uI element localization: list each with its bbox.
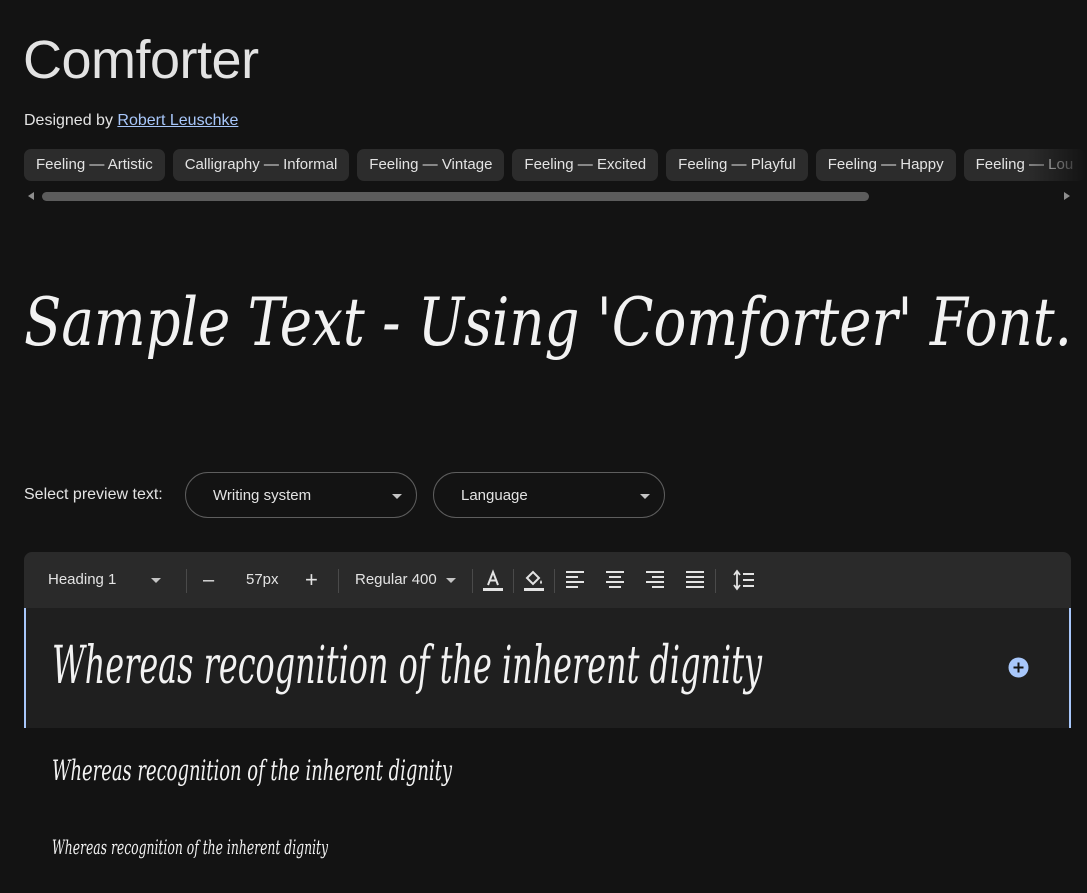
line-height-icon[interactable] — [733, 569, 755, 591]
chevron-down-icon — [640, 494, 650, 499]
preview-text-medium: Whereas recognition of the inherent dign… — [52, 754, 453, 787]
preview-heading-1[interactable]: Whereas recognition of the inherent dign… — [48, 625, 778, 715]
preview-heading-2[interactable]: Whereas recognition of the inherent dign… — [48, 748, 468, 798]
scrollbar-thumb[interactable] — [42, 192, 869, 201]
language-select[interactable]: Language — [433, 472, 665, 518]
sample-text-display: Sample Text - Using 'Comforter' Font. — [24, 284, 1072, 361]
text-color-icon[interactable] — [481, 568, 505, 592]
align-right-icon[interactable] — [645, 570, 665, 590]
scroll-left-arrow-icon[interactable] — [28, 192, 34, 200]
preview-toolbar: Heading 1 – 57px + Regular 400 — [24, 552, 1071, 608]
align-justify-icon[interactable] — [685, 570, 705, 590]
chevron-down-icon — [446, 578, 456, 583]
chevron-down-icon — [151, 578, 161, 583]
chips-fade-overlay — [1027, 149, 1087, 182]
align-center-icon[interactable] — [605, 570, 625, 590]
designed-by-label: Designed by — [24, 112, 113, 129]
language-value: Language — [461, 487, 528, 504]
chevron-down-icon — [392, 494, 402, 499]
font-specimen-page: Comforter Designed by Robert Leuschke Fe… — [0, 0, 1087, 893]
increase-size-button[interactable]: + — [305, 552, 318, 608]
add-circle-icon[interactable] — [1008, 657, 1029, 678]
sample-text: Sample Text - Using 'Comforter' Font. — [24, 284, 1072, 361]
tag-chip[interactable]: Feeling — Playful — [666, 149, 808, 181]
preview-text-large: Whereas recognition of the inherent dign… — [52, 636, 762, 696]
align-left-icon[interactable] — [565, 570, 585, 590]
style-select[interactable]: Heading 1 — [48, 552, 188, 608]
writing-system-value: Writing system — [213, 487, 312, 504]
style-select-value: Heading 1 — [48, 571, 117, 588]
font-title: Comforter — [23, 30, 259, 90]
scroll-right-arrow-icon[interactable] — [1064, 192, 1070, 200]
designer-line: Designed by Robert Leuschke — [24, 110, 238, 132]
tag-chip[interactable]: Feeling — Vintage — [357, 149, 505, 181]
designer-link[interactable]: Robert Leuschke — [117, 112, 238, 129]
preview-heading-3[interactable]: Whereas recognition of the inherent dign… — [48, 828, 348, 868]
writing-system-select[interactable]: Writing system — [185, 472, 417, 518]
font-size-value[interactable]: 57px — [246, 552, 279, 608]
tag-chip[interactable]: Feeling — Excited — [512, 149, 659, 181]
tag-chip[interactable]: Calligraphy — Informal — [172, 149, 350, 181]
tag-chip-list: Feeling — Artistic Calligraphy — Informal… — [24, 149, 1087, 182]
fill-color-icon[interactable] — [522, 568, 546, 592]
toolbar-divider — [513, 569, 514, 593]
tag-chip[interactable]: Feeling — Artistic — [24, 149, 165, 181]
tag-chip[interactable]: Feeling — Happy — [815, 149, 956, 181]
toolbar-divider — [338, 569, 339, 593]
toolbar-divider — [554, 569, 555, 593]
preview-text-label: Select preview text: — [24, 486, 163, 503]
decrease-size-button[interactable]: – — [203, 552, 214, 608]
toolbar-divider — [715, 569, 716, 593]
chips-scrollbar[interactable] — [24, 190, 1072, 203]
toolbar-divider — [186, 569, 187, 593]
weight-select[interactable]: Regular 400 — [355, 552, 465, 608]
weight-select-value: Regular 400 — [355, 571, 437, 588]
toolbar-divider — [472, 569, 473, 593]
preview-text-small: Whereas recognition of the inherent dign… — [52, 835, 328, 859]
